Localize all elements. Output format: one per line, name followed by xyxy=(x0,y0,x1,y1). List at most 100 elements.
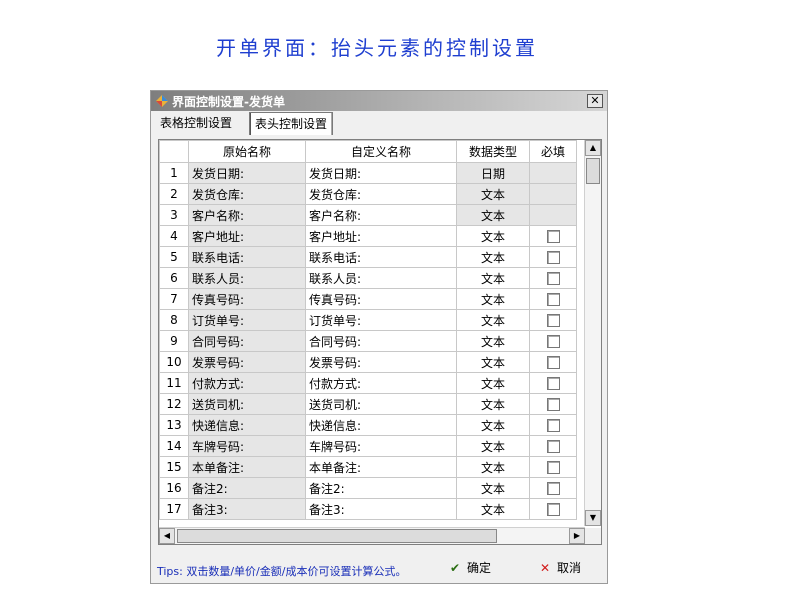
data-type-cell[interactable]: 文本 xyxy=(456,267,530,289)
custom-name-cell[interactable]: 备注3: xyxy=(305,498,457,520)
custom-name-cell[interactable]: 车牌号码: xyxy=(305,435,457,457)
required-cell xyxy=(529,162,577,184)
required-checkbox[interactable] xyxy=(546,482,560,495)
col-header-required[interactable]: 必填 xyxy=(529,140,577,163)
table-row[interactable]: 13 快递信息: 快递信息: 文本 xyxy=(159,414,577,436)
required-checkbox[interactable] xyxy=(546,314,560,327)
data-type-cell[interactable]: 文本 xyxy=(456,309,530,331)
required-checkbox[interactable] xyxy=(546,356,560,369)
table-row[interactable]: 6 联系人员: 联系人员: 文本 xyxy=(159,267,577,289)
cancel-button[interactable]: ✕ 取消 xyxy=(537,557,581,579)
custom-name-cell[interactable]: 联系人员: xyxy=(305,267,457,289)
required-checkbox[interactable] xyxy=(546,293,560,306)
table-row[interactable]: 2 发货仓库: 发货仓库: 文本 xyxy=(159,183,577,205)
required-cell[interactable] xyxy=(529,351,577,373)
col-header-type[interactable]: 数据类型 xyxy=(456,140,530,163)
custom-name-cell[interactable]: 发货日期: xyxy=(305,162,457,184)
custom-name-cell[interactable]: 送货司机: xyxy=(305,393,457,415)
vertical-scrollbar[interactable]: ▲ ▼ xyxy=(584,140,601,526)
close-button[interactable]: ✕ xyxy=(587,94,603,108)
horizontal-scroll-thumb[interactable] xyxy=(177,529,497,543)
table-row[interactable]: 16 备注2: 备注2: 文本 xyxy=(159,477,577,499)
data-type-cell[interactable]: 文本 xyxy=(456,330,530,352)
custom-name-cell[interactable]: 发货仓库: xyxy=(305,183,457,205)
tab-table-settings[interactable]: 表格控制设置 xyxy=(155,113,237,133)
table-row[interactable]: 4 客户地址: 客户地址: 文本 xyxy=(159,225,577,247)
data-type-cell[interactable]: 文本 xyxy=(456,288,530,310)
required-cell[interactable] xyxy=(529,435,577,457)
required-checkbox[interactable] xyxy=(546,335,560,348)
table-row[interactable]: 12 送货司机: 送货司机: 文本 xyxy=(159,393,577,415)
required-checkbox[interactable] xyxy=(546,377,560,390)
required-checkbox[interactable] xyxy=(546,503,560,516)
tab-header-settings[interactable]: 表头控制设置 xyxy=(249,112,334,135)
scroll-up-arrow-icon[interactable]: ▲ xyxy=(585,140,601,156)
custom-name-cell[interactable]: 客户名称: xyxy=(305,204,457,226)
vertical-scroll-thumb[interactable] xyxy=(586,158,600,184)
required-checkbox[interactable] xyxy=(546,251,560,264)
table-row[interactable]: 11 付款方式: 付款方式: 文本 xyxy=(159,372,577,394)
scroll-right-arrow-icon[interactable]: ▶ xyxy=(569,528,585,544)
required-checkbox[interactable] xyxy=(546,419,560,432)
data-type-cell[interactable]: 文本 xyxy=(456,372,530,394)
horizontal-scrollbar[interactable]: ◀ ▶ xyxy=(159,527,585,544)
data-type-cell[interactable]: 文本 xyxy=(456,204,530,226)
table-row[interactable]: 10 发票号码: 发票号码: 文本 xyxy=(159,351,577,373)
data-type-cell[interactable]: 文本 xyxy=(456,498,530,520)
required-checkbox[interactable] xyxy=(546,440,560,453)
custom-name-cell[interactable]: 付款方式: xyxy=(305,372,457,394)
table-row[interactable]: 7 传真号码: 传真号码: 文本 xyxy=(159,288,577,310)
row-index: 5 xyxy=(159,246,189,268)
row-index: 12 xyxy=(159,393,189,415)
data-type-cell[interactable]: 日期 xyxy=(456,162,530,184)
data-type-cell[interactable]: 文本 xyxy=(456,414,530,436)
required-checkbox[interactable] xyxy=(546,461,560,474)
custom-name-cell[interactable]: 传真号码: xyxy=(305,288,457,310)
scroll-left-arrow-icon[interactable]: ◀ xyxy=(159,528,175,544)
custom-name-cell[interactable]: 订货单号: xyxy=(305,309,457,331)
required-cell[interactable] xyxy=(529,498,577,520)
required-checkbox[interactable] xyxy=(546,398,560,411)
required-cell[interactable] xyxy=(529,372,577,394)
required-cell[interactable] xyxy=(529,477,577,499)
required-cell[interactable] xyxy=(529,225,577,247)
dialog-titlebar[interactable]: 界面控制设置-发货单 ✕ xyxy=(151,91,607,111)
table-row[interactable]: 9 合同号码: 合同号码: 文本 xyxy=(159,330,577,352)
data-type-cell[interactable]: 文本 xyxy=(456,351,530,373)
table-row[interactable]: 14 车牌号码: 车牌号码: 文本 xyxy=(159,435,577,457)
required-cell[interactable] xyxy=(529,414,577,436)
col-header-custom[interactable]: 自定义名称 xyxy=(305,140,457,163)
data-type-cell[interactable]: 文本 xyxy=(456,225,530,247)
data-type-cell[interactable]: 文本 xyxy=(456,393,530,415)
custom-name-cell[interactable]: 本单备注: xyxy=(305,456,457,478)
data-type-cell[interactable]: 文本 xyxy=(456,477,530,499)
data-type-cell[interactable]: 文本 xyxy=(456,435,530,457)
required-cell[interactable] xyxy=(529,267,577,289)
data-type-cell[interactable]: 文本 xyxy=(456,246,530,268)
custom-name-cell[interactable]: 客户地址: xyxy=(305,225,457,247)
required-cell[interactable] xyxy=(529,330,577,352)
table-row[interactable]: 17 备注3: 备注3: 文本 xyxy=(159,498,577,520)
data-type-cell[interactable]: 文本 xyxy=(456,456,530,478)
custom-name-cell[interactable]: 快递信息: xyxy=(305,414,457,436)
table-row[interactable]: 1 发货日期: 发货日期: 日期 xyxy=(159,162,577,184)
col-header-original[interactable]: 原始名称 xyxy=(188,140,306,163)
data-type-cell[interactable]: 文本 xyxy=(456,183,530,205)
custom-name-cell[interactable]: 备注2: xyxy=(305,477,457,499)
required-checkbox[interactable] xyxy=(546,272,560,285)
custom-name-cell[interactable]: 发票号码: xyxy=(305,351,457,373)
table-row[interactable]: 8 订货单号: 订货单号: 文本 xyxy=(159,309,577,331)
required-cell[interactable] xyxy=(529,288,577,310)
custom-name-cell[interactable]: 合同号码: xyxy=(305,330,457,352)
required-checkbox[interactable] xyxy=(546,230,560,243)
scroll-down-arrow-icon[interactable]: ▼ xyxy=(585,510,601,526)
required-cell[interactable] xyxy=(529,456,577,478)
table-row[interactable]: 3 客户名称: 客户名称: 文本 xyxy=(159,204,577,226)
required-cell[interactable] xyxy=(529,393,577,415)
required-cell[interactable] xyxy=(529,246,577,268)
table-row[interactable]: 5 联系电话: 联系电话: 文本 xyxy=(159,246,577,268)
ok-button[interactable]: ✔ 确定 xyxy=(447,557,491,579)
required-cell[interactable] xyxy=(529,309,577,331)
table-row[interactable]: 15 本单备注: 本单备注: 文本 xyxy=(159,456,577,478)
custom-name-cell[interactable]: 联系电话: xyxy=(305,246,457,268)
